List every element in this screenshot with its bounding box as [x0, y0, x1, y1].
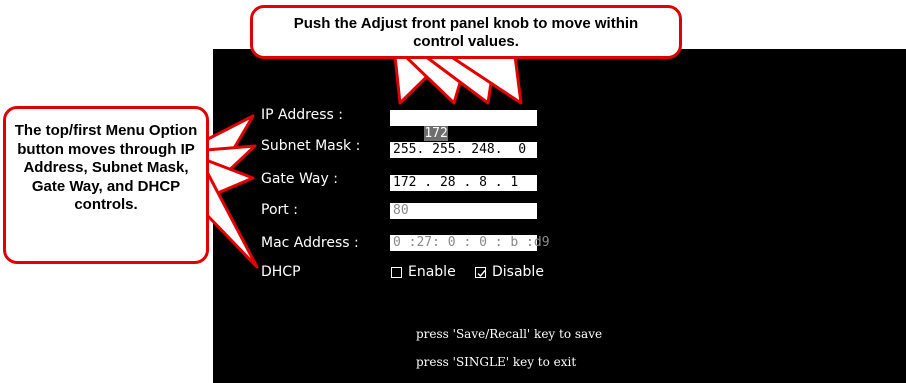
- left-callout: The top/first Menu Option button moves t…: [3, 106, 209, 264]
- top-callout: Push the Adjust front panel knob to move…: [250, 5, 682, 59]
